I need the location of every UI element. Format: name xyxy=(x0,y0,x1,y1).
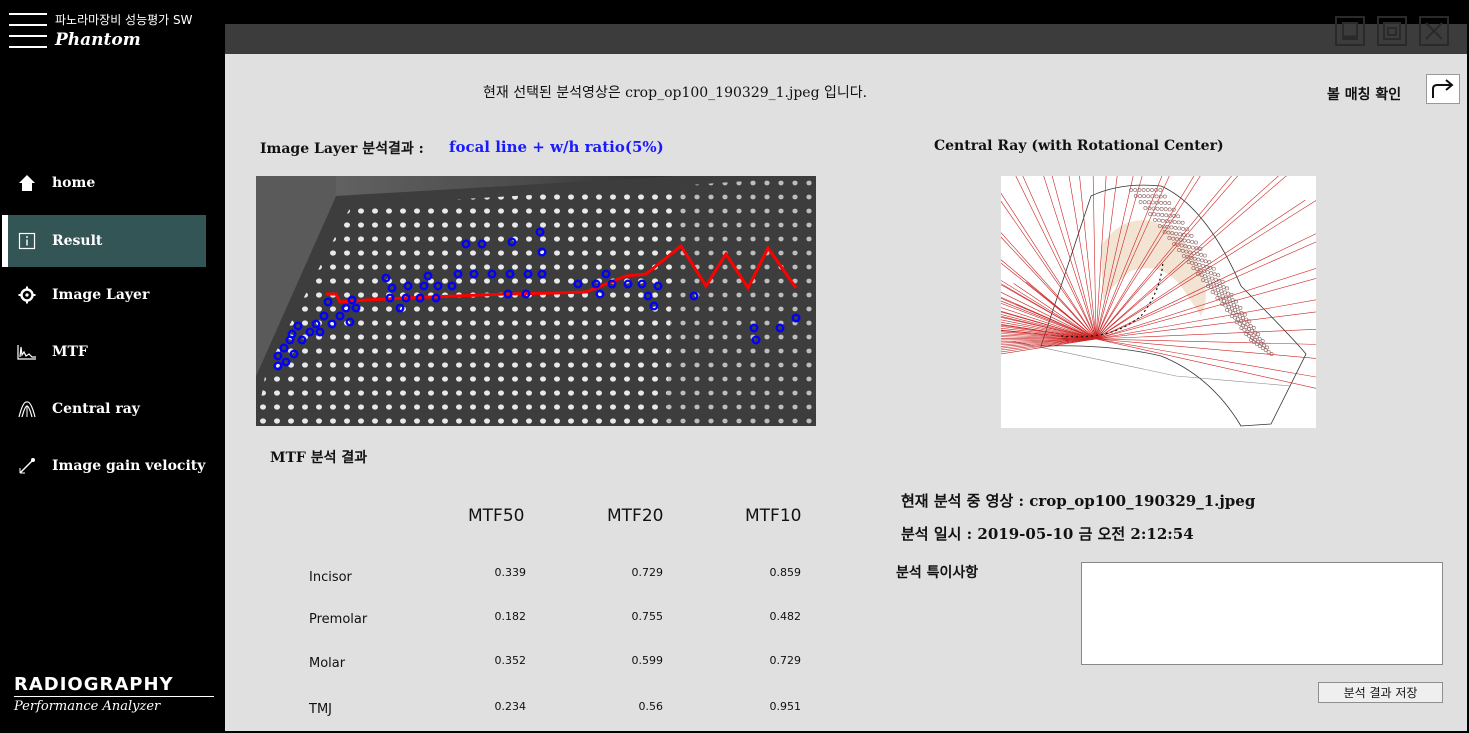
sidebar-item-label: Result xyxy=(52,233,103,249)
ball-matching-button[interactable] xyxy=(1426,74,1460,104)
ball-matching-label: 볼 매칭 확인 xyxy=(1327,87,1402,103)
mtf-value: 0.951 xyxy=(769,700,802,713)
minimize-icon xyxy=(1342,22,1358,40)
minimize-button[interactable] xyxy=(1335,16,1365,46)
mtf-row-label: Premolar xyxy=(309,612,368,627)
sidebar-item-label: Image Layer xyxy=(52,287,150,303)
ray-arch-icon xyxy=(2,400,52,418)
mtf-column-header: MTF10 xyxy=(745,506,802,526)
sidebar-item-central-ray[interactable]: Central ray xyxy=(2,383,206,435)
central-ray-title: Central Ray (with Rotational Center) xyxy=(934,138,1224,154)
image-layer-xray xyxy=(256,176,816,426)
sidebar: 파노라마장비 성능평가 SW Phantom home Result Image… xyxy=(2,2,225,731)
analysis-notes-input[interactable] xyxy=(1081,562,1443,665)
sidebar-item-label: MTF xyxy=(52,344,88,360)
maximize-button[interactable] xyxy=(1377,16,1407,46)
sidebar-item-home[interactable]: home xyxy=(2,157,206,209)
sidebar-item-mtf[interactable]: MTF xyxy=(2,326,206,378)
brand-sub: Performance Analyzer xyxy=(14,699,161,714)
sidebar-item-label: home xyxy=(52,175,96,191)
sidebar-item-image-layer[interactable]: Image Layer xyxy=(2,269,206,321)
mtf-row-label: TMJ xyxy=(309,702,332,717)
mtf-value: 0.859 xyxy=(769,566,802,579)
title-bar xyxy=(225,24,1467,54)
mtf-value: 0.755 xyxy=(631,610,664,623)
close-icon xyxy=(1425,22,1443,40)
app-subtitle: 파노라마장비 성능평가 SW xyxy=(55,13,193,27)
info-icon xyxy=(2,232,52,250)
content-panel: 현재 선택된 분석영상은 crop_op100_190329_1.jpeg 입니… xyxy=(225,54,1467,731)
home-icon xyxy=(2,174,52,192)
mtf-column-header: MTF20 xyxy=(607,506,664,526)
needle-gauge-icon xyxy=(2,457,52,475)
mtf-title: MTF 분석 결과 xyxy=(270,450,368,466)
mtf-value: 0.352 xyxy=(494,654,527,667)
mtf-column-header: MTF50 xyxy=(468,506,525,526)
maximize-icon xyxy=(1383,22,1401,40)
sidebar-item-label: Image gain velocity xyxy=(52,458,206,474)
brand-main: RADIOGRAPHY xyxy=(14,674,174,695)
current-image-text: 현재 분석 중 영상 : crop_op100_190329_1.jpeg xyxy=(901,492,1256,510)
mtf-value: 0.729 xyxy=(769,654,802,667)
crosshair-icon xyxy=(2,286,52,304)
app-name: Phantom xyxy=(55,30,141,50)
mtf-value: 0.56 xyxy=(638,700,664,713)
hamburger-menu-icon[interactable] xyxy=(9,13,47,48)
central-ray-diagram xyxy=(1001,176,1316,428)
image-layer-title: Image Layer 분석결과 : xyxy=(260,141,424,157)
image-layer-value: focal line + w/h ratio(5%) xyxy=(449,138,664,156)
sidebar-item-label: Central ray xyxy=(52,401,140,417)
analysis-notes-label: 분석 특이사항 xyxy=(896,565,979,581)
app-window: 파노라마장비 성능평가 SW Phantom home Result Image… xyxy=(2,2,1467,731)
sidebar-item-result[interactable]: Result xyxy=(2,215,206,267)
mtf-value: 0.234 xyxy=(494,700,527,713)
mtf-value: 0.599 xyxy=(631,654,664,667)
mtf-value: 0.729 xyxy=(631,566,664,579)
selected-image-text: 현재 선택된 분석영상은 crop_op100_190329_1.jpeg 입니… xyxy=(483,85,868,101)
mtf-value: 0.482 xyxy=(769,610,802,623)
close-button[interactable] xyxy=(1419,16,1449,46)
signal-curve-icon xyxy=(2,343,52,361)
mtf-value: 0.182 xyxy=(494,610,527,623)
mtf-value: 0.339 xyxy=(494,566,527,579)
brand-logo: RADIOGRAPHY Performance Analyzer xyxy=(14,674,214,714)
mtf-row-label: Incisor xyxy=(309,570,352,585)
mtf-row-label: Molar xyxy=(309,656,346,671)
analysis-date-text: 분석 일시 : 2019-05-10 금 오전 2:12:54 xyxy=(901,525,1194,543)
redirect-arrow-icon xyxy=(1432,79,1454,98)
save-analysis-button[interactable]: 분석 결과 저장 xyxy=(1318,682,1443,703)
sidebar-item-image-gain-velocity[interactable]: Image gain velocity xyxy=(2,440,206,492)
